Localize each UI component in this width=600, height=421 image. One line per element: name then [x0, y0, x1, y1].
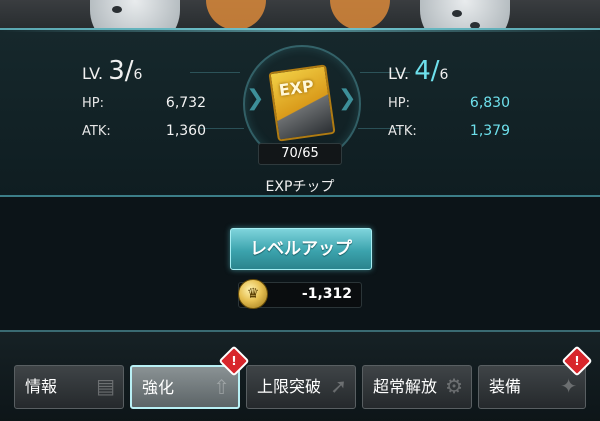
next-level: LV. 4/6: [388, 56, 448, 86]
exp-chip-icon-text: EXP: [277, 76, 316, 100]
next-atk: 1,379: [469, 123, 510, 139]
pattern-spot: [452, 10, 462, 17]
circuit-line: [200, 128, 244, 129]
pattern-spot: [112, 6, 122, 13]
circuit-line: [190, 72, 240, 73]
alert-mark: !: [574, 354, 580, 368]
tab-label: 装備: [489, 377, 522, 396]
current-level: LV. 3/6: [82, 56, 142, 86]
tab-limit-break[interactable]: 上限突破 ➚: [246, 365, 356, 409]
tab-label: 超常解放: [373, 377, 438, 396]
hp-label: HP:: [82, 96, 104, 111]
level-separator: /: [430, 56, 440, 86]
id-card-icon: ▤: [96, 374, 115, 398]
tab-label: 強化: [142, 378, 175, 397]
next-hp: 6,830: [469, 95, 510, 111]
hp-label: HP:: [388, 96, 410, 111]
coin-icon: ♛: [238, 279, 268, 309]
level-max: 6: [439, 67, 449, 83]
chevron-right-icon: ❯: [338, 86, 357, 111]
level-up-button[interactable]: レベルアップ: [230, 228, 372, 270]
limit-break-icon: ➚: [330, 374, 347, 398]
equipment-icon: ✦: [560, 374, 577, 398]
character-orange-part: [330, 0, 390, 30]
alert-mark: !: [231, 354, 237, 368]
level-prefix: LV.: [388, 64, 410, 83]
tab-info[interactable]: 情報 ▤: [14, 365, 124, 409]
character-orange-part: [206, 0, 266, 30]
current-hp: 6,732: [165, 95, 206, 111]
item-name: EXPチップ: [265, 179, 335, 195]
tab-awakening[interactable]: 超常解放 ⚙: [362, 365, 472, 409]
level-prefix: LV.: [82, 64, 104, 83]
current-atk: 1,360: [165, 123, 206, 139]
atk-label: ATK:: [388, 124, 417, 139]
cost-value: -1,312: [301, 286, 352, 302]
tab-label: 情報: [25, 377, 58, 396]
level-value: 3: [108, 56, 125, 86]
level-max: 6: [133, 67, 143, 83]
tab-equipment[interactable]: 装備 ✦: [478, 365, 586, 409]
exp-chip-icon[interactable]: EXP: [268, 64, 336, 142]
gear-icon: ⚙: [445, 374, 463, 398]
tab-enhance[interactable]: 強化 ⇧: [130, 365, 240, 409]
panel-glow: [0, 28, 600, 32]
item-count: 70/65: [258, 143, 342, 165]
atk-label: ATK:: [82, 124, 111, 139]
chevron-left-icon: ❯: [246, 86, 265, 111]
tab-label: 上限突破: [257, 377, 322, 396]
level-value: 4: [414, 56, 431, 86]
enhance-screen: LV. 3/6 HP: 6,732 ATK: 1,360 LV. 4/6 HP:…: [0, 0, 600, 421]
level-up-icon: ⇧: [213, 375, 230, 399]
level-separator: /: [124, 56, 134, 86]
